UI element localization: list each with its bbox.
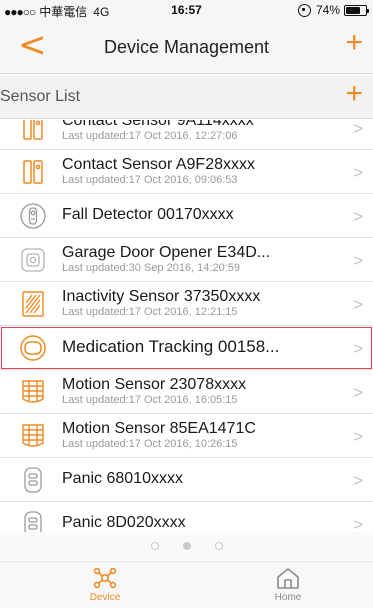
tab-bar: Device Home <box>0 561 373 608</box>
sensor-row[interactable]: Inactivity Sensor 37350xxxx Last updated:… <box>0 282 373 326</box>
motion-sensor-icon <box>19 421 47 451</box>
tab-device[interactable]: Device <box>45 562 165 608</box>
inactivity-sensor-icon <box>19 289 47 319</box>
sensor-last-updated: Last updated:17 Oct 2016, 16:05:15 <box>62 394 238 406</box>
sensor-row[interactable]: Contact Sensor A9F28xxxx Last updated:17 … <box>0 150 373 194</box>
panic-button-icon <box>19 465 47 495</box>
chevron-right-icon: > <box>353 383 363 402</box>
fall-detector-icon <box>19 201 47 231</box>
sensor-list-content: Contact Sensor 9A114xxxx Last updated:17 … <box>0 120 373 546</box>
battery-percent: 74% <box>315 3 340 17</box>
chevron-right-icon: > <box>353 207 363 226</box>
sensor-last-updated: Last updated:17 Oct 2016, 12:27:06 <box>62 130 238 142</box>
contact-sensor-icon <box>19 157 47 187</box>
chevron-right-icon: > <box>353 471 363 490</box>
status-bar: ●●●○○ 中華電信 4G 16:57 74% <box>0 0 373 20</box>
sensor-name: Inactivity Sensor 37350xxxx <box>62 288 261 305</box>
garage-door-icon <box>19 245 47 275</box>
chevron-right-icon: > <box>353 339 363 358</box>
sensor-last-updated: Last updated:17 Oct 2016, 10:26:15 <box>62 438 238 450</box>
sensor-name: Medication Tracking 00158... <box>62 337 280 356</box>
sensor-row[interactable]: Motion Sensor 23078xxxx Last updated:17 O… <box>0 370 373 414</box>
chevron-right-icon: > <box>353 251 363 270</box>
motion-sensor-icon <box>19 377 47 407</box>
sensor-row[interactable]: Motion Sensor 85EA1471C Last updated:17 O… <box>0 414 373 458</box>
page-dot[interactable] <box>182 542 191 550</box>
sensor-row[interactable]: Medication Tracking 00158... > <box>0 326 373 370</box>
sensor-name: Contact Sensor 9A114xxxx <box>62 120 254 129</box>
tab-home[interactable]: Home <box>228 562 348 608</box>
page-indicator <box>0 532 373 560</box>
chevron-right-icon: > <box>353 120 363 138</box>
sensor-row[interactable]: Fall Detector 00170xxxx > <box>0 194 373 238</box>
battery-fill <box>346 6 361 14</box>
sensor-last-updated: Last updated:17 Oct 2016, 12:21:15 <box>62 306 238 318</box>
add-device-button[interactable]: + <box>345 26 363 60</box>
sensor-last-updated: Last updated:17 Oct 2016, 09:06:53 <box>62 174 238 186</box>
sensor-name: Panic 8D020xxxx <box>62 514 186 531</box>
chevron-right-icon: > <box>353 295 363 314</box>
chevron-right-icon: > <box>353 427 363 446</box>
chevron-right-icon: > <box>353 163 363 182</box>
home-icon <box>277 568 299 589</box>
navigation-bar: < Device Management + <box>0 20 373 74</box>
page-title: Device Management <box>103 37 270 57</box>
sensor-list-header: Sensor List + <box>0 75 373 119</box>
sensor-row[interactable]: Garage Door Opener E34D... Last updated:3… <box>0 238 373 282</box>
page-dot[interactable] <box>150 542 159 550</box>
sensor-name: Garage Door Opener E34D... <box>62 244 271 261</box>
sensor-last-updated: Last updated:30 Sep 2016, 14:20:59 <box>62 262 240 274</box>
sensor-name: Panic 68010xxxx <box>62 470 183 487</box>
sensor-name: Motion Sensor 85EA1471C <box>62 420 256 437</box>
sensor-row[interactable]: Panic 68010xxxx > <box>0 458 373 502</box>
sensor-row[interactable]: Contact Sensor 9A114xxxx Last updated:17 … <box>0 120 373 150</box>
tab-home-label: Home <box>274 592 302 603</box>
status-right: 74% <box>297 3 369 17</box>
page-dot[interactable] <box>214 542 223 550</box>
sensor-name: Fall Detector 00170xxxx <box>62 206 234 223</box>
sensor-name: Contact Sensor A9F28xxxx <box>62 156 255 173</box>
medication-tracking-icon <box>19 333 47 363</box>
section-title: Sensor List <box>0 88 81 105</box>
battery-icon <box>344 4 369 16</box>
sensor-list[interactable]: Contact Sensor 9A114xxxx Last updated:17 … <box>0 120 373 548</box>
sensor-name: Motion Sensor 23078xxxx <box>62 376 247 393</box>
contact-sensor-icon <box>19 120 47 143</box>
tab-device-label: Device <box>89 592 121 603</box>
add-sensor-button[interactable]: + <box>345 77 363 111</box>
device-network-icon <box>93 567 117 589</box>
rotation-lock-icon <box>297 3 311 17</box>
